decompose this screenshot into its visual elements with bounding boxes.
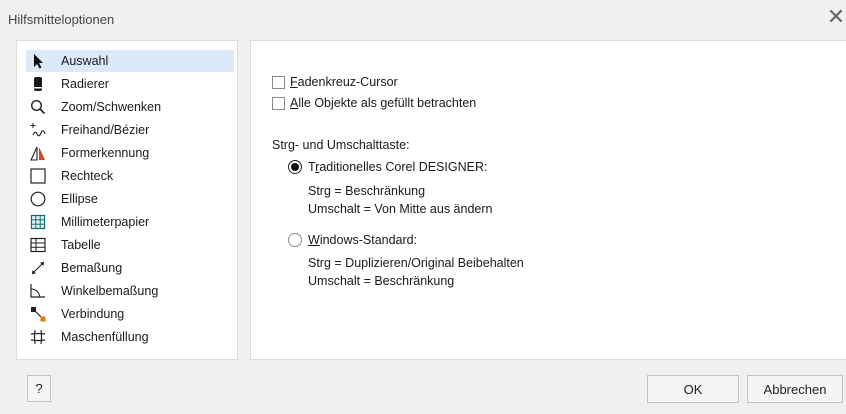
magnifier-icon (28, 97, 48, 117)
tool-label: Radierer (61, 77, 109, 91)
graph-paper-icon (28, 212, 48, 232)
freehand-icon (28, 120, 48, 140)
tool-item-maschenfuellung[interactable]: Maschenfüllung (26, 326, 234, 348)
shape-recognition-icon (28, 143, 48, 163)
crosshair-cursor-option[interactable]: Fadenkreuz-Cursor (272, 75, 398, 89)
treat-filled-label: Alle Objekte als gefüllt betrachten (290, 96, 477, 110)
windows-standard-radio[interactable] (288, 233, 302, 247)
tool-item-ellipse[interactable]: Ellipse (26, 188, 234, 210)
tool-label: Verbindung (61, 307, 125, 321)
tool-label: Formerkennung (61, 146, 150, 160)
tool-item-freihand[interactable]: Freihand/Bézier (26, 119, 234, 141)
tool-label: Tabelle (61, 238, 101, 252)
traditional-radio[interactable] (288, 160, 302, 174)
tool-label: Bemaßung (61, 261, 123, 275)
tool-label: Winkelbemaßung (61, 284, 159, 298)
windows-standard-option[interactable]: Windows-Standard: (288, 233, 417, 247)
modifier-heading: Strg- und Umschalttaste: (272, 138, 410, 152)
windows-desc-line2: Umschalt = Beschränkung (308, 274, 455, 288)
tool-label: Ellipse (61, 192, 98, 206)
treat-filled-option[interactable]: Alle Objekte als gefüllt betrachten (272, 96, 476, 110)
treat-filled-checkbox[interactable] (272, 96, 285, 110)
tool-item-auswahl[interactable]: Auswahl (26, 50, 234, 72)
table-icon (28, 235, 48, 255)
tool-list: Auswahl Radierer Zoom/Schwenken Freihand… (16, 40, 238, 360)
tool-item-tabelle[interactable]: Tabelle (26, 234, 234, 256)
options-panel: Fadenkreuz-Cursor Alle Objekte als gefül… (250, 40, 846, 360)
tool-label: Freihand/Bézier (61, 123, 150, 137)
tool-item-radierer[interactable]: Radierer (26, 73, 234, 95)
dialog-title: Hilfsmitteloptionen (8, 12, 115, 27)
tool-label: Rechteck (61, 169, 114, 183)
tool-item-millimeterpapier[interactable]: Millimeterpapier (26, 211, 234, 233)
tool-label: Maschenfüllung (61, 330, 149, 344)
title-bar: Hilfsmitteloptionen ✕ (0, 0, 846, 40)
traditional-option[interactable]: Traditionelles Corel DESIGNER: (288, 160, 487, 174)
pointer-arrow-icon (28, 51, 48, 71)
tool-label: Zoom/Schwenken (61, 100, 162, 114)
windows-standard-label: Windows-Standard: (308, 233, 418, 247)
traditional-desc-line1: Strg = Beschränkung (308, 184, 426, 198)
crosshair-cursor-checkbox[interactable] (272, 75, 285, 89)
traditional-desc-line2: Umschalt = Von Mitte aus ändern (308, 202, 493, 216)
help-button[interactable]: ? (27, 375, 51, 402)
mesh-fill-icon (28, 327, 48, 347)
rectangle-icon (28, 166, 48, 186)
dimension-icon (28, 258, 48, 278)
ok-button[interactable]: OK (647, 375, 739, 403)
windows-desc-line1: Strg = Duplizieren/Original Beibehalten (308, 256, 524, 270)
cancel-button[interactable]: Abbrechen (747, 375, 843, 403)
connector-icon (28, 304, 48, 324)
eraser-icon (28, 74, 48, 94)
tool-label: Millimeterpapier (61, 215, 150, 229)
tool-item-formerkennung[interactable]: Formerkennung (26, 142, 234, 164)
close-icon[interactable]: ✕ (824, 4, 846, 30)
tool-item-zoom[interactable]: Zoom/Schwenken (26, 96, 234, 118)
tool-item-verbindung[interactable]: Verbindung (26, 303, 234, 325)
ellipse-icon (28, 189, 48, 209)
tool-item-rechteck[interactable]: Rechteck (26, 165, 234, 187)
tool-label: Auswahl (61, 54, 109, 68)
tool-item-bemassung[interactable]: Bemaßung (26, 257, 234, 279)
crosshair-cursor-label: Fadenkreuz-Cursor (290, 75, 398, 89)
angular-dimension-icon (28, 281, 48, 301)
tool-item-winkelbemassung[interactable]: Winkelbemaßung (26, 280, 234, 302)
traditional-label: Traditionelles Corel DESIGNER: (308, 160, 488, 174)
